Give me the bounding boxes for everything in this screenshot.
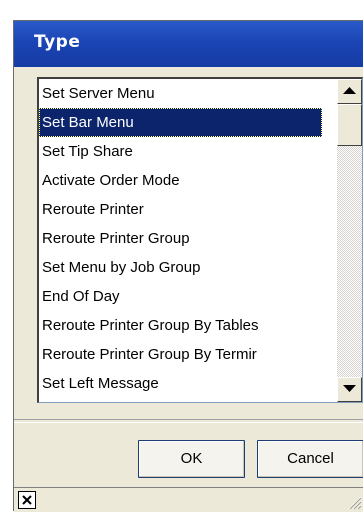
list-item[interactable]: Activate Order Mode — [39, 166, 322, 195]
list-item-selected[interactable]: Set Bar Menu — [39, 108, 322, 137]
list-item[interactable]: Set Tip Share — [39, 137, 322, 166]
list-item[interactable]: Reroute Printer Group By Tables — [39, 311, 322, 340]
dialog-title: Type — [34, 32, 81, 52]
close-button[interactable] — [18, 491, 36, 509]
list-item[interactable]: Reroute Printer Group By Termir — [39, 340, 322, 369]
screen-background: Type Set Server Menu Set Bar Menu Set Ti… — [0, 0, 363, 512]
resize-grip-icon[interactable] — [346, 494, 362, 510]
list-item[interactable]: Set Server Menu — [39, 79, 322, 108]
list-item[interactable]: End Of Day — [39, 282, 322, 311]
ok-button[interactable]: OK — [138, 440, 245, 478]
dialog-titlebar[interactable]: Type — [14, 21, 363, 67]
type-dialog: Type Set Server Menu Set Bar Menu Set Ti… — [13, 20, 363, 512]
scrollbar-thumb[interactable] — [337, 104, 362, 146]
cancel-button[interactable]: Cancel — [257, 440, 363, 478]
vertical-scrollbar[interactable] — [337, 79, 362, 402]
separator — [14, 419, 363, 423]
status-bar — [14, 487, 363, 512]
scroll-up-button[interactable] — [337, 79, 362, 104]
list-item[interactable]: Reroute Printer — [39, 195, 322, 224]
list-item[interactable]: Set Left Message — [39, 369, 322, 398]
triangle-up-icon — [343, 87, 356, 94]
list-item[interactable]: Set Menu by Job Group — [39, 253, 322, 282]
scroll-down-button[interactable] — [337, 377, 362, 402]
listbox-items: Set Server Menu Set Bar Menu Set Tip Sha… — [39, 79, 322, 402]
close-icon — [22, 495, 32, 505]
triangle-down-icon — [343, 385, 356, 392]
type-listbox[interactable]: Set Server Menu Set Bar Menu Set Tip Sha… — [37, 77, 363, 403]
list-item[interactable]: Reroute Printer Group — [39, 224, 322, 253]
